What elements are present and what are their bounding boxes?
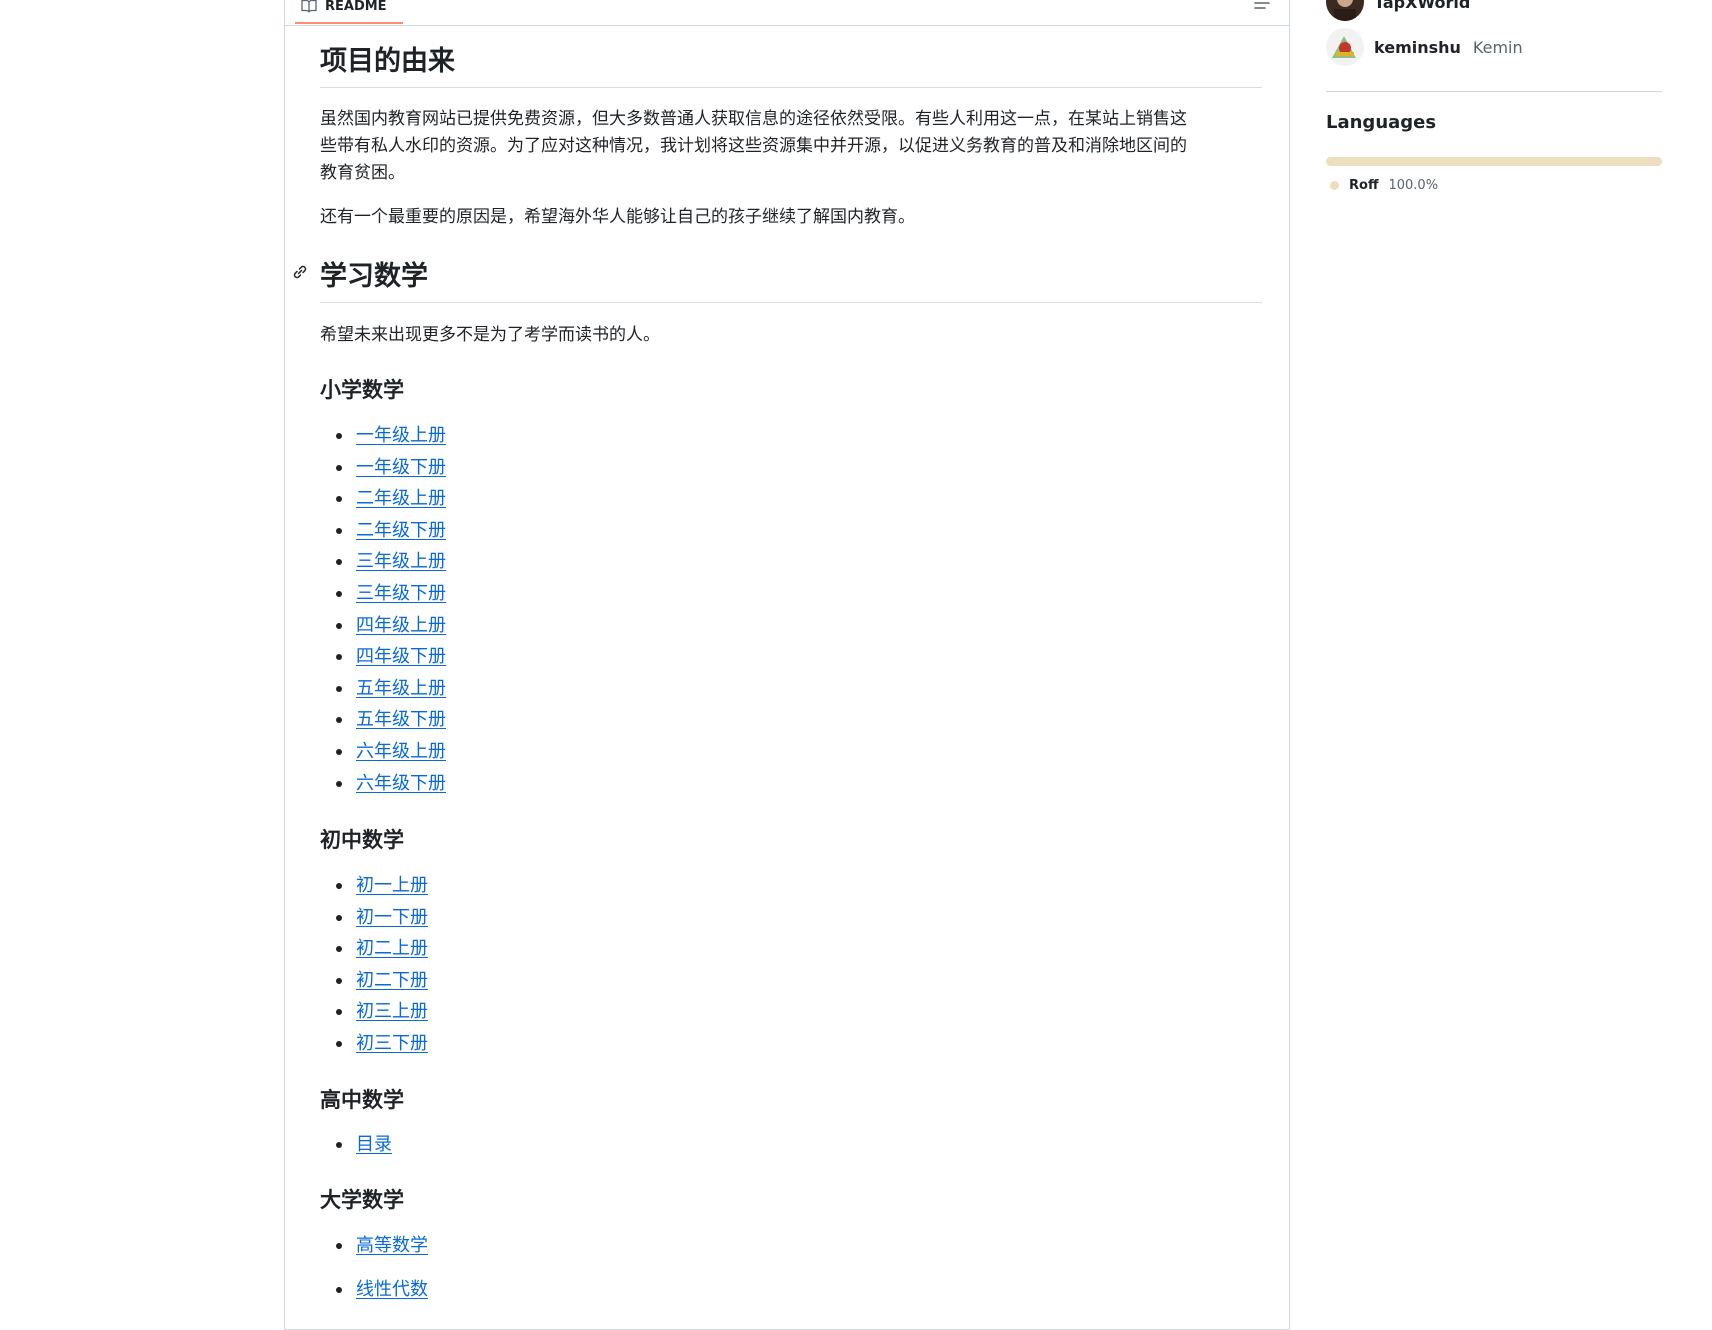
link-toc[interactable]: 目录 <box>356 1134 392 1155</box>
origin-paragraph-2: 还有一个最重要的原因是，希望海外华人能够让自己的孩子继续了解国内教育。 <box>320 204 1262 231</box>
heading-university-math: 大学数学 <box>320 1186 404 1214</box>
heading-primary-math: 小学数学 <box>320 376 404 404</box>
list-item: 四年级上册 <box>320 610 446 642</box>
link-grade6-vol2[interactable]: 六年级下册 <box>356 773 446 794</box>
contributor-login[interactable]: keminshu <box>1374 38 1461 57</box>
contributor-row[interactable]: keminshu Kemin <box>1326 28 1523 66</box>
math-intro: 希望未来出现更多不是为了考学而读书的人。 <box>320 322 1262 349</box>
list-item: 一年级上册 <box>320 420 446 452</box>
link-grade1-vol2[interactable]: 一年级下册 <box>356 457 446 478</box>
list-item: 六年级下册 <box>320 768 446 800</box>
tab-readme-label: README <box>325 0 387 14</box>
list-item: 一年级下册 <box>320 452 446 484</box>
middle-math-list: 初一上册 初一下册 初二上册 初二下册 初三上册 初三下册 <box>320 870 428 1060</box>
list-item: 高等数学 <box>320 1230 428 1262</box>
contributor-login[interactable]: TapXWorld <box>1374 0 1470 12</box>
link-grade1-vol1[interactable]: 一年级上册 <box>356 425 446 446</box>
contributor-row[interactable]: TapXWorld <box>1326 0 1470 21</box>
list-item: 初二上册 <box>320 933 428 965</box>
link-grade6-vol1[interactable]: 六年级上册 <box>356 741 446 762</box>
list-item: 二年级上册 <box>320 483 446 515</box>
link-junior2-vol2[interactable]: 初二下册 <box>356 970 428 991</box>
avatar <box>1326 28 1364 66</box>
link-advanced-math[interactable]: 高等数学 <box>356 1235 428 1256</box>
link-grade3-vol1[interactable]: 三年级上册 <box>356 551 446 572</box>
university-math-list: 高等数学 线性代数 <box>320 1230 428 1305</box>
list-item: 初二下册 <box>320 965 428 997</box>
list-item: 六年级上册 <box>320 736 446 768</box>
language-bar <box>1326 157 1662 166</box>
heading-origin: 项目的由来 <box>320 45 1262 88</box>
link-grade4-vol2[interactable]: 四年级下册 <box>356 646 446 667</box>
origin-para-line3: 教育贫困。 <box>320 160 1262 187</box>
book-icon <box>301 0 317 14</box>
list-item: 初一下册 <box>320 902 428 934</box>
readme-tabbar: README <box>285 0 1289 26</box>
heading-learn-math: 学习数学 <box>320 260 1262 303</box>
list-item: 四年级下册 <box>320 641 446 673</box>
list-item: 三年级下册 <box>320 578 446 610</box>
origin-para-line1: 虽然国内教育网站已提供免费资源，但大多数普通人获取信息的途径依然受限。有些人利用… <box>320 106 1262 133</box>
heading-middle-math: 初中数学 <box>320 826 404 854</box>
link-junior2-vol1[interactable]: 初二上册 <box>356 938 428 959</box>
link-junior1-vol2[interactable]: 初一下册 <box>356 907 428 928</box>
link-linear-algebra[interactable]: 线性代数 <box>356 1279 428 1300</box>
language-item-roff[interactable]: Roff 100.0% <box>1330 178 1438 193</box>
origin-paragraph: 虽然国内教育网站已提供免费资源，但大多数普通人获取信息的途径依然受限。有些人利用… <box>320 106 1262 187</box>
list-item: 三年级上册 <box>320 546 446 578</box>
link-junior1-vol1[interactable]: 初一上册 <box>356 875 428 896</box>
list-item: 五年级下册 <box>320 704 446 736</box>
list-item: 目录 <box>320 1129 392 1161</box>
high-math-list: 目录 <box>320 1129 392 1161</box>
readme-panel: README 项目的由来 虽然国内教育网站已提供免费资源，但大多数普通人获取信息… <box>284 0 1290 1330</box>
contributor-name: Kemin <box>1473 38 1523 57</box>
list-item: 二年级下册 <box>320 515 446 547</box>
sidebar-divider <box>1326 91 1662 92</box>
link-junior3-vol1[interactable]: 初三上册 <box>356 1001 428 1022</box>
origin-para-line2: 些带有私人水印的资源。为了应对这种情况，我计划将这些资源集中并开源，以促进义务教… <box>320 133 1262 160</box>
link-grade4-vol1[interactable]: 四年级上册 <box>356 615 446 636</box>
heading-high-math: 高中数学 <box>320 1086 404 1114</box>
link-grade5-vol1[interactable]: 五年级上册 <box>356 678 446 699</box>
avatar <box>1326 0 1364 21</box>
tab-readme[interactable]: README <box>295 0 403 24</box>
list-item: 初三下册 <box>320 1028 428 1060</box>
link-junior3-vol2[interactable]: 初三下册 <box>356 1033 428 1054</box>
language-percent: 100.0% <box>1388 178 1438 193</box>
primary-math-list: 一年级上册 一年级下册 二年级上册 二年级下册 三年级上册 三年级下册 四年级上… <box>320 420 446 799</box>
link-grade3-vol2[interactable]: 三年级下册 <box>356 583 446 604</box>
link-grade2-vol2[interactable]: 二年级下册 <box>356 520 446 541</box>
list-item: 初一上册 <box>320 870 428 902</box>
link-grade2-vol1[interactable]: 二年级上册 <box>356 488 446 509</box>
link-anchor-icon[interactable] <box>290 262 310 282</box>
link-grade5-vol2[interactable]: 五年级下册 <box>356 709 446 730</box>
list-item: 五年级上册 <box>320 673 446 705</box>
language-name: Roff <box>1349 178 1378 193</box>
outline-list-icon[interactable] <box>1251 0 1273 16</box>
languages-heading: Languages <box>1326 112 1436 133</box>
list-item: 初三上册 <box>320 996 428 1028</box>
list-item: 线性代数 <box>320 1274 428 1306</box>
language-color-dot <box>1330 181 1339 190</box>
